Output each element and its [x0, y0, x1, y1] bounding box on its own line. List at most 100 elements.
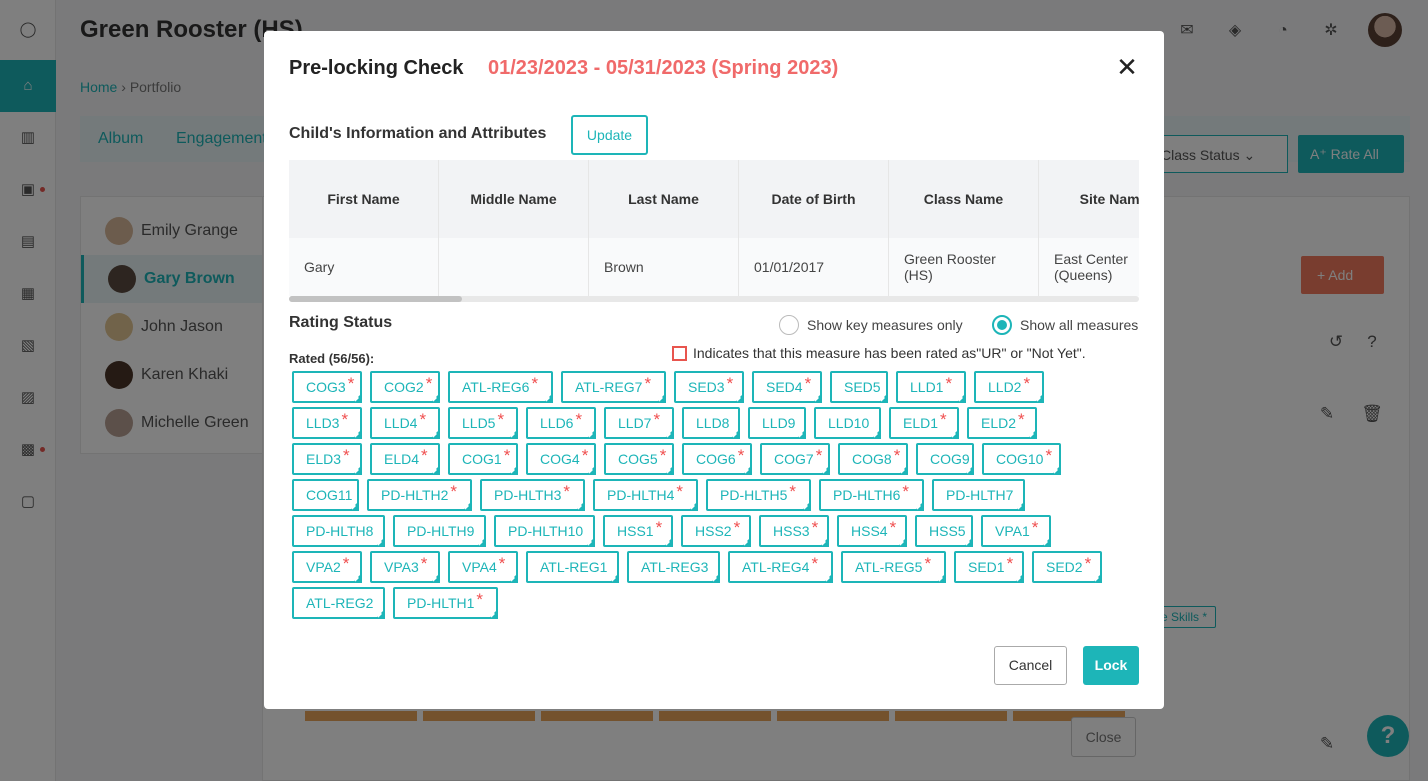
measure-tag[interactable]: COG10 * — [982, 443, 1061, 475]
asterisk-icon: * — [563, 482, 571, 501]
radio-key-measures[interactable]: Show key measures only — [779, 315, 963, 335]
measure-tag[interactable]: PD-HLTH8 — [292, 515, 385, 547]
measure-label: LLD10 — [828, 415, 870, 431]
measure-label: COG11 — [306, 487, 353, 503]
measure-tag[interactable]: COG8 * — [838, 443, 908, 475]
lock-button[interactable]: Lock — [1083, 646, 1139, 685]
measure-tag[interactable]: LLD7 * — [604, 407, 674, 439]
date-range: 01/23/2023 - 05/31/2023 (Spring 2023) — [488, 57, 839, 79]
measure-tag[interactable]: LLD5 * — [448, 407, 518, 439]
column-header: Middle Name — [439, 160, 589, 238]
measure-tag[interactable]: ATL-REG6 * — [448, 371, 553, 403]
measure-tag[interactable]: ELD2 * — [967, 407, 1037, 439]
measure-tag[interactable]: LLD1 * — [896, 371, 966, 403]
measure-tag[interactable]: PD-HLTH10 — [494, 515, 595, 547]
measure-tag[interactable]: PD-HLTH4 * — [593, 479, 698, 511]
measure-tag[interactable]: ELD4 * — [370, 443, 440, 475]
measure-tag[interactable]: ATL-REG5 * — [841, 551, 946, 583]
asterisk-icon: * — [476, 590, 484, 609]
asterisk-icon: * — [889, 518, 897, 537]
measure-label: COG2 — [384, 379, 424, 395]
measure-tag[interactable]: COG1 * — [448, 443, 518, 475]
measure-tag[interactable]: PD-HLTH6 * — [819, 479, 924, 511]
measure-tag[interactable]: LLD4 * — [370, 407, 440, 439]
measure-tag[interactable]: VPA1 * — [981, 515, 1051, 547]
measure-label: LLD2 — [988, 379, 1022, 395]
measure-tag[interactable]: LLD10 — [814, 407, 881, 439]
measure-label: VPA3 — [384, 559, 419, 575]
asterisk-icon: * — [811, 518, 819, 537]
measure-tag[interactable]: VPA2 * — [292, 551, 362, 583]
measure-label: VPA4 — [462, 559, 497, 575]
measure-tag[interactable]: ATL-REG1 — [526, 551, 619, 583]
measure-tag[interactable]: VPA4 * — [448, 551, 518, 583]
column-header: Date of Birth — [739, 160, 889, 238]
horizontal-scrollbar[interactable] — [289, 296, 1139, 302]
measure-tag[interactable]: ATL-REG2 — [292, 587, 385, 619]
cancel-button[interactable]: Cancel — [994, 646, 1067, 685]
measure-tag[interactable]: LLD2 * — [974, 371, 1044, 403]
measure-tag[interactable]: HSS1 * — [603, 515, 673, 547]
measure-tag[interactable]: COG9 — [916, 443, 974, 475]
asterisk-icon: * — [644, 374, 652, 393]
measure-tag[interactable]: COG2 * — [370, 371, 440, 403]
scrollbar-thumb[interactable] — [289, 296, 462, 302]
measure-tag[interactable]: HSS4 * — [837, 515, 907, 547]
asterisk-icon: * — [893, 446, 901, 465]
measure-tag[interactable]: PD-HLTH5 * — [706, 479, 811, 511]
asterisk-icon: * — [497, 410, 505, 429]
table-cell: Brown — [589, 238, 739, 296]
measure-tag[interactable]: COG4 * — [526, 443, 596, 475]
measure-tag[interactable]: COG5 * — [604, 443, 674, 475]
asterisk-icon: * — [733, 518, 741, 537]
measure-label: PD-HLTH2 — [381, 487, 449, 503]
measure-tag[interactable]: LLD3 * — [292, 407, 362, 439]
asterisk-icon: * — [924, 554, 932, 573]
measure-tag[interactable]: HSS5 — [915, 515, 973, 547]
measure-tag[interactable]: SED5 — [830, 371, 888, 403]
measure-tag[interactable]: ATL-REG7 * — [561, 371, 666, 403]
measure-tag[interactable]: HSS3 * — [759, 515, 829, 547]
measure-tag[interactable]: PD-HLTH7 — [932, 479, 1025, 511]
measure-tag[interactable]: ELD1 * — [889, 407, 959, 439]
asterisk-icon: * — [498, 554, 506, 573]
measure-tag[interactable]: HSS2 * — [681, 515, 751, 547]
update-button[interactable]: Update — [571, 115, 648, 155]
measure-label: ATL-REG3 — [641, 559, 709, 575]
asterisk-icon: * — [737, 446, 745, 465]
measure-tag[interactable]: LLD8 — [682, 407, 740, 439]
measure-label: COG1 — [462, 451, 502, 467]
measure-tag[interactable]: SED1 * — [954, 551, 1024, 583]
measure-tag[interactable]: ATL-REG4 * — [728, 551, 833, 583]
asterisk-icon: * — [1045, 446, 1053, 465]
measure-tag[interactable]: VPA3 * — [370, 551, 440, 583]
measure-tag[interactable]: PD-HLTH3 * — [480, 479, 585, 511]
asterisk-icon: * — [940, 410, 947, 429]
rated-count: Rated (56/56): — [289, 351, 375, 366]
measure-tag[interactable]: COG7 * — [760, 443, 830, 475]
measure-tag[interactable]: PD-HLTH2 * — [367, 479, 472, 511]
radio-button-selected[interactable] — [992, 315, 1012, 335]
measure-tag[interactable]: LLD9 — [748, 407, 806, 439]
measure-label: COG4 — [540, 451, 580, 467]
measure-tag[interactable]: SED2 * — [1032, 551, 1102, 583]
measure-tag[interactable]: PD-HLTH1 * — [393, 587, 498, 619]
measure-tag[interactable]: COG6 * — [682, 443, 752, 475]
radio-all-measures[interactable]: Show all measures — [992, 315, 1138, 335]
measure-tag[interactable]: COG3 * — [292, 371, 362, 403]
measure-tag[interactable]: ELD3 * — [292, 443, 362, 475]
measure-tag[interactable]: COG11 — [292, 479, 359, 511]
measure-tag[interactable]: SED3 * — [674, 371, 744, 403]
measure-label: HSS5 — [929, 523, 966, 539]
radio-button[interactable] — [779, 315, 799, 335]
close-icon[interactable]: ✕ — [1115, 54, 1139, 80]
measure-tag[interactable]: SED4 * — [752, 371, 822, 403]
red-box-icon — [672, 345, 687, 361]
asterisk-icon: * — [425, 374, 433, 393]
measure-tag[interactable]: ATL-REG3 — [627, 551, 720, 583]
measure-label: HSS1 — [617, 523, 654, 539]
measure-tag[interactable]: LLD6 * — [526, 407, 596, 439]
asterisk-icon: * — [676, 482, 684, 501]
measure-tag[interactable]: PD-HLTH9 — [393, 515, 486, 547]
measure-label: HSS2 — [695, 523, 732, 539]
